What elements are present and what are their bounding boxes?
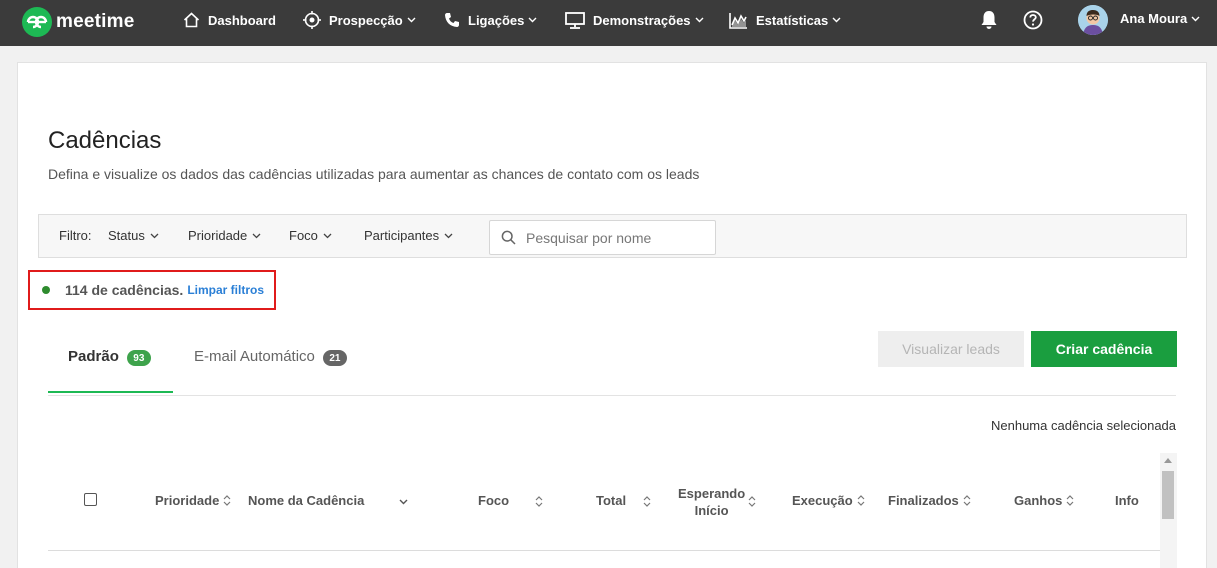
monitor-icon: [565, 11, 585, 29]
nav-estatisticas-label: Estatísticas: [756, 12, 829, 28]
filter-prioridade-label: Prioridade: [188, 228, 248, 243]
home-icon: [183, 12, 200, 28]
nav-prospeccao-label: Prospecção: [329, 12, 403, 28]
column-prioridade-label: Prioridade: [155, 493, 220, 508]
tab-padrao-count-badge: 93: [126, 350, 151, 366]
status-dot-icon: [42, 286, 50, 294]
nav-demonstracoes-label: Demonstrações: [593, 12, 691, 28]
phone-icon: [445, 13, 459, 27]
select-all-checkbox[interactable]: [84, 493, 97, 506]
filter-label: Filtro:: [59, 228, 92, 243]
create-cadence-button[interactable]: Criar cadência: [1031, 331, 1177, 367]
column-inicio-label: Início: [694, 503, 729, 518]
column-header-info: Info: [1115, 493, 1139, 508]
column-esperando-label: Esperando: [678, 486, 746, 501]
crosshair-icon: [303, 11, 321, 29]
search-box: [489, 220, 716, 255]
chevron-down-icon: [323, 233, 332, 238]
clear-filters-link[interactable]: Limpar filtros: [187, 283, 264, 297]
column-header-esperando-inicio[interactable]: Esperando Início: [678, 485, 745, 519]
sort-icon: [963, 495, 971, 506]
column-finalizados-label: Finalizados: [888, 493, 959, 508]
user-avatar[interactable]: [1078, 5, 1108, 35]
tab-email-automatico-count-badge: 21: [322, 350, 347, 366]
column-header-execucao[interactable]: Execução: [792, 493, 865, 508]
tab-email-automatico[interactable]: E-mail Automático 21: [194, 348, 347, 393]
results-count: 114 de cadências.: [65, 282, 184, 298]
column-ganhos-label: Ganhos: [1014, 493, 1063, 508]
column-header-total[interactable]: Total: [596, 493, 626, 508]
selection-info: Nenhuma cadência selecionada: [991, 418, 1177, 433]
column-header-finalizados[interactable]: Finalizados: [888, 493, 971, 508]
chevron-down-icon: [252, 233, 261, 238]
nav-ligacoes-label: Ligações: [468, 12, 525, 28]
tab-padrao-label: Padrão: [68, 348, 119, 365]
sort-icon[interactable]: [643, 495, 651, 508]
chevron-down-icon: [1191, 16, 1200, 21]
meetime-logo[interactable]: meetime: [22, 6, 135, 38]
chevron-down-icon: [528, 17, 537, 23]
help-icon[interactable]: [1022, 9, 1044, 31]
column-nome-label: Nome da Cadência: [248, 493, 365, 508]
logo-mark-icon: [22, 7, 52, 37]
nav-dashboard-label: Dashboard: [208, 12, 276, 28]
sort-icon: [857, 495, 865, 506]
user-name-label: Ana Moura: [1120, 11, 1188, 26]
column-header-foco[interactable]: Foco: [478, 493, 509, 508]
nav-demonstracoes[interactable]: Demonstrações: [565, 0, 704, 40]
nav-ligacoes[interactable]: Ligações: [444, 0, 537, 40]
search-input[interactable]: [526, 229, 706, 246]
chart-icon: [729, 12, 747, 29]
notifications-bell-icon[interactable]: [978, 9, 1000, 31]
search-icon: [501, 230, 516, 245]
tabs-divider: [48, 395, 1176, 396]
table-header-divider: [48, 550, 1160, 551]
filter-participantes-dropdown[interactable]: Participantes: [364, 228, 453, 243]
chevron-down-icon: [695, 17, 704, 23]
sort-icon: [1066, 495, 1074, 506]
column-info-label: Info: [1115, 493, 1139, 508]
chevron-down-icon: [444, 233, 453, 238]
column-header-nome[interactable]: Nome da Cadência: [248, 493, 364, 508]
nav-estatisticas[interactable]: Estatísticas: [729, 0, 841, 40]
sort-icon[interactable]: [748, 495, 756, 508]
page-title: Cadências: [48, 127, 162, 154]
page-subtitle: Defina e visualize os dados das cadência…: [48, 166, 700, 182]
chevron-down-icon: [832, 17, 841, 23]
scrollbar-thumb[interactable]: [1162, 471, 1174, 519]
filter-status-dropdown[interactable]: Status: [108, 228, 159, 243]
user-menu[interactable]: Ana Moura: [1120, 11, 1200, 26]
logo-text: meetime: [56, 11, 135, 32]
tab-padrao[interactable]: Padrão 93: [48, 348, 173, 393]
sort-icon: [223, 495, 231, 506]
nav-prospeccao[interactable]: Prospecção: [303, 0, 416, 40]
filter-participantes-label: Participantes: [364, 228, 440, 243]
chevron-down-icon: [407, 17, 416, 23]
nav-dashboard[interactable]: Dashboard: [183, 0, 276, 40]
filter-status-label: Status: [108, 228, 145, 243]
tab-email-automatico-label: E-mail Automático: [194, 348, 315, 365]
main-card: Cadências Defina e visualize os dados da…: [17, 62, 1207, 568]
column-total-label: Total: [596, 493, 627, 508]
filter-foco-dropdown[interactable]: Foco: [289, 228, 332, 243]
results-count-highlight: 114 de cadências. Limpar filtros: [28, 270, 276, 310]
filter-prioridade-dropdown[interactable]: Prioridade: [188, 228, 261, 243]
column-execucao-label: Execução: [792, 493, 853, 508]
sort-icon[interactable]: [535, 495, 543, 508]
chevron-down-icon: [150, 233, 159, 238]
scroll-up-arrow-icon[interactable]: [1164, 458, 1172, 463]
filter-foco-label: Foco: [289, 228, 318, 243]
chevron-down-icon[interactable]: [399, 499, 408, 505]
column-header-prioridade[interactable]: Prioridade: [155, 493, 231, 508]
column-header-ganhos[interactable]: Ganhos: [1014, 493, 1074, 508]
top-navbar: meetime Dashboard Prospecção Ligações De…: [0, 0, 1217, 46]
column-foco-label: Foco: [478, 493, 510, 508]
filter-bar: Filtro: Status Prioridade Foco Participa…: [38, 214, 1187, 258]
view-leads-button[interactable]: Visualizar leads: [878, 331, 1024, 367]
